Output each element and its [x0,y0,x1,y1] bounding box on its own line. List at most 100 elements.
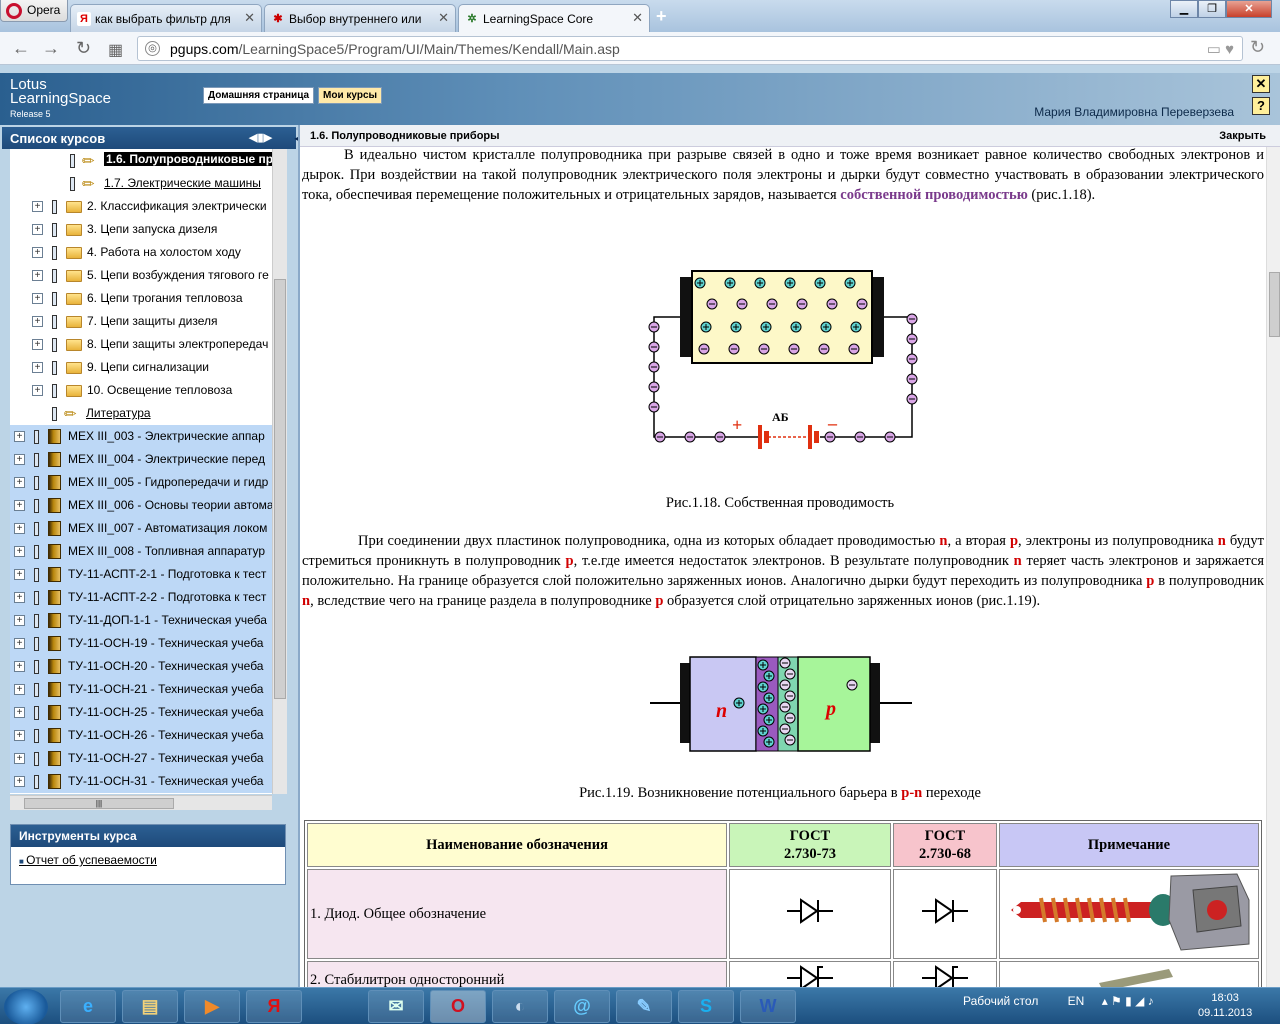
close-tab-icon[interactable]: ✕ [632,10,643,26]
expand-icon[interactable]: + [14,638,25,649]
tree-item[interactable]: + ТУ-11-ОСН-21 - Техническая учеба [10,678,272,701]
window-close-button[interactable]: ✕ [1226,0,1272,18]
expand-icon[interactable]: + [32,201,43,212]
media-player-taskbar-icon[interactable]: ▶ [184,990,240,1023]
back-icon[interactable]: ← [12,38,30,59]
ls-close-button[interactable]: ✕ [1252,75,1270,93]
tree-item[interactable]: + ТУ-11-ОСН-26 - Техническая учеба [10,724,272,747]
tree-item[interactable]: +10. Освещение тепловоза [10,379,272,402]
expand-icon[interactable]: + [14,730,25,741]
tree-item[interactable]: + ТУ-11-ОСН-20 - Техническая учеба [10,655,272,678]
tree-horizontal-scrollbar[interactable]: ||| [10,795,272,810]
expand-icon[interactable]: + [14,569,25,580]
tree-item[interactable]: +4. Работа на холостом ходу [10,241,272,264]
minimize-button[interactable]: ▁ [1170,0,1198,18]
tree-item[interactable]: + ТУ-11-ДОП-1-1 - Техническая учеба [10,609,272,632]
mail-taskbar-icon[interactable]: ✉ [368,990,424,1023]
close-tab-icon[interactable]: ✕ [244,10,255,26]
tree-item[interactable]: +2. Классификация электрически [10,195,272,218]
panel-controls-icon[interactable]: ◀▮▶ [249,131,272,144]
my-courses-link[interactable]: Мои курсы [318,87,383,104]
yandex-taskbar-icon[interactable]: Я [246,990,302,1023]
home-page-link[interactable]: Домашняя страница [203,87,315,104]
tree-item[interactable]: ✏ 1.7. Электрические машины [10,172,272,195]
scroll-thumb[interactable] [1269,272,1280,337]
expand-icon[interactable]: + [14,477,25,488]
at-taskbar-icon[interactable]: @ [554,990,610,1023]
tree-item[interactable]: + ТУ-11-ОСН-27 - Техническая учеба [10,747,272,770]
expand-icon[interactable]: + [14,500,25,511]
expand-icon[interactable]: + [14,454,25,465]
forward-icon[interactable]: → [42,38,60,59]
tray-icons[interactable]: ▴ ⚑ ▮ ◢ ♪ [1102,994,1154,1008]
expand-icon[interactable]: + [14,615,25,626]
tree-item[interactable]: + ТУ-11-ОСН-25 - Техническая учеба [10,701,272,724]
expand-icon[interactable]: + [32,247,43,258]
tree-item[interactable]: + МЕХ III_003 - Электрические аппар [10,425,272,448]
opera-menu-button[interactable]: Opera [0,0,68,22]
speed-dial-icon[interactable]: ▦ [108,40,123,60]
expand-icon[interactable]: + [14,546,25,557]
tree-item[interactable]: ✏ Литература [10,402,272,425]
tree-item[interactable]: + ТУ-11-ОСН-19 - Техническая учеба [10,632,272,655]
expand-icon[interactable]: + [14,592,25,603]
explorer-taskbar-icon[interactable]: ▤ [122,990,178,1023]
progress-report-link[interactable]: Отчет об успеваемости [11,847,285,873]
expand-icon[interactable]: + [14,753,25,764]
tree-item[interactable]: +3. Цепи запуска дизеля [10,218,272,241]
expand-icon[interactable]: + [32,224,43,235]
tree-item[interactable]: + МЕХ III_007 - Автоматизация локом [10,517,272,540]
tree-item[interactable]: + ТУ-11-АСПТ-2-2 - Подготовка к тест [10,586,272,609]
feather-taskbar-icon[interactable]: ✎ [616,990,672,1023]
ls-help-button[interactable]: ? [1252,97,1270,115]
reload-icon[interactable]: ↻ [76,38,91,59]
expand-icon[interactable]: + [14,707,25,718]
new-tab-button[interactable]: + [656,6,667,27]
expand-icon[interactable]: + [14,431,25,442]
tab-learningspace[interactable]: ✲ LearningSpace Core ✕ [458,4,650,33]
scroll-thumb[interactable]: ||| [24,798,174,809]
url-field[interactable]: ◎ pgups.com/LearningSpace5/Program/UI/Ma… [137,36,1243,61]
ie-taskbar-icon[interactable]: e [60,990,116,1023]
expand-icon[interactable]: + [14,776,25,787]
tree-item[interactable]: +9. Цепи сигнализации [10,356,272,379]
expand-icon[interactable]: + [14,661,25,672]
tree-vertical-scrollbar[interactable] [272,149,287,794]
expand-icon[interactable]: + [32,362,43,373]
volume-app-taskbar-icon[interactable]: ◐ [492,990,548,1023]
tree-item[interactable]: +5. Цепи возбуждения тягового ге [10,264,272,287]
opera-taskbar-icon[interactable]: O [430,990,486,1023]
tree-item[interactable]: +7. Цепи защиты дизеля [10,310,272,333]
scroll-thumb[interactable] [274,279,286,699]
expand-icon[interactable]: + [32,339,43,350]
tree-item[interactable]: + МЕХ III_008 - Топливная аппаратур [10,540,272,563]
tree-item[interactable]: ✏ 1.6. Полупроводниковые пр [10,149,272,172]
tab-yandex[interactable]: Я как выбрать фильтр для ✕ [70,4,262,32]
tree-item[interactable]: + МЕХ III_005 - Гидропередачи и гидр [10,471,272,494]
tree-item[interactable]: + ТУ-11-АСПТ-2-1 - Подготовка к тест [10,563,272,586]
clock[interactable]: 18:03 09.11.2013 [1198,991,1252,1021]
tree-item[interactable]: +6. Цепи трогания тепловоза [10,287,272,310]
expand-icon[interactable]: + [14,684,25,695]
tree-item[interactable]: +8. Цепи защиты электропередач [10,333,272,356]
skype-taskbar-icon[interactable]: S [678,990,734,1023]
expand-icon[interactable]: + [32,385,43,396]
expand-icon[interactable]: + [32,293,43,304]
start-button[interactable] [4,989,48,1024]
tree-item[interactable]: + ТУ-11-ОСН-31 - Техническая учеба [10,770,272,793]
expand-icon[interactable]: + [14,523,25,534]
content-close-link[interactable]: Закрыть [1219,130,1266,142]
site-info-icon[interactable]: ◎ [145,41,160,56]
tree-item[interactable]: + МЕХ III_006 - Основы теории автома [10,494,272,517]
desktop-label[interactable]: Рабочий стол [963,994,1038,1008]
content-scrollbar[interactable] [1266,147,1280,987]
bookmark-heart-icon[interactable]: ▭ ♥ [1207,40,1234,58]
tab-filter-choice[interactable]: ✱ Выбор внутреннего или ✕ [264,4,456,32]
expand-icon[interactable]: + [32,270,43,281]
language-indicator[interactable]: EN [1068,994,1085,1008]
tree-item[interactable]: + МЕХ III_004 - Электрические перед [10,448,272,471]
expand-icon[interactable]: + [32,316,43,327]
maximize-button[interactable]: ❐ [1198,0,1226,18]
sync-icon[interactable]: ↻ [1250,37,1265,58]
word-taskbar-icon[interactable]: W [740,990,796,1023]
